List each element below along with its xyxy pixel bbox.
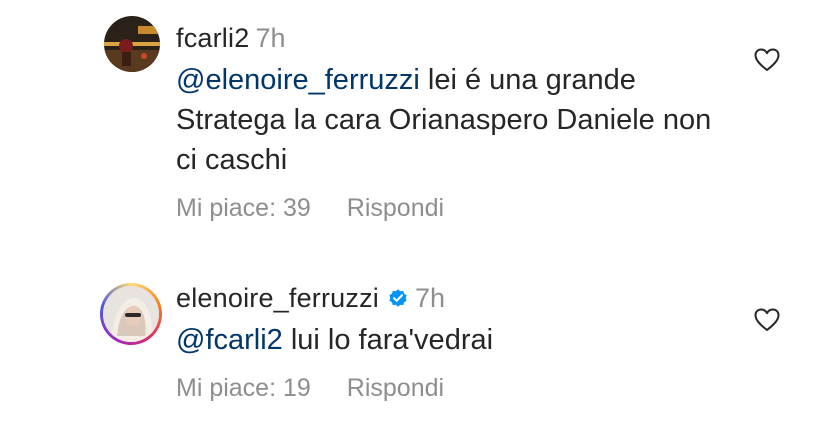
reply-button[interactable]: Rispondi <box>347 374 444 402</box>
reply-button[interactable]: Rispondi <box>347 194 444 222</box>
mention-link[interactable]: @fcarli2 <box>176 324 283 356</box>
comment-header: fcarli2 7h <box>176 22 285 54</box>
timestamp: 7h <box>255 23 286 53</box>
verified-badge-icon <box>389 289 407 307</box>
timestamp: 7h <box>415 283 446 313</box>
comment-item: fcarli2 7h @elenoire_ferruzzi lei é una g… <box>0 0 828 240</box>
mention-link[interactable]: @elenoire_ferruzzi <box>176 64 420 96</box>
comment-text: @elenoire_ferruzzi lei é una grande Stra… <box>176 60 736 180</box>
avatar-image <box>104 16 160 72</box>
comment-header: elenoire_ferruzzi 7h <box>176 282 445 314</box>
comment-body: lui lo fara'vedrai <box>282 324 494 356</box>
likes-count[interactable]: Mi piace: 19 <box>176 374 311 402</box>
username[interactable]: fcarli2 <box>176 23 249 53</box>
comment-actions: Mi piace: 19 Rispondi <box>176 373 444 403</box>
comment-text: @fcarli2 lui lo fara'vedrai <box>176 320 736 360</box>
avatar <box>103 286 159 342</box>
heart-outline-icon[interactable] <box>754 48 780 72</box>
avatar-story-ring[interactable] <box>100 283 162 345</box>
comment-item: elenoire_ferruzzi 7h @fcarli2 lui lo far… <box>0 260 828 443</box>
comment-actions: Mi piace: 39 Rispondi <box>176 193 444 223</box>
heart-outline-icon[interactable] <box>754 308 780 332</box>
avatar[interactable] <box>104 16 160 72</box>
likes-count[interactable]: Mi piace: 39 <box>176 194 311 222</box>
username[interactable]: elenoire_ferruzzi <box>176 283 379 313</box>
avatar-image <box>103 286 159 342</box>
